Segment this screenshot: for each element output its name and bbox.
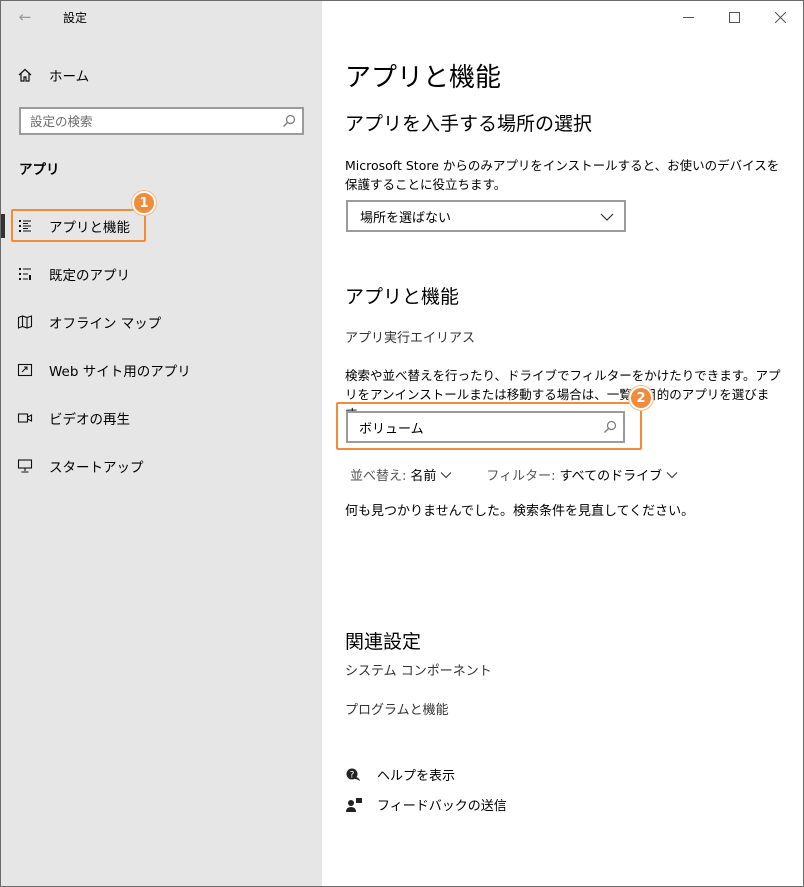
related-settings-heading: 関連設定 [345,631,422,653]
apps-for-websites-icon [1,362,49,378]
page-title: アプリと機能 [345,63,502,93]
help-chat-icon: ? [345,767,377,783]
sidebar-item-label: オフライン マップ [49,316,162,332]
system-components-link[interactable]: システム コンポーネント [345,660,492,679]
close-icon [774,11,786,23]
install-section-heading: アプリを入手する場所の選択 [345,113,593,135]
get-help-link[interactable]: ? ヘルプを表示 [345,765,455,784]
titlebar-right [322,1,803,33]
sort-filter-row: 並べ替え: 名前 フィルター: すべてのドライブ [350,465,678,484]
settings-search[interactable] [19,107,304,135]
chevron-down-icon [441,471,452,478]
sort-label: 並べ替え: [350,469,407,484]
sidebar: ← 設定 ホーム アプリ アプリと機能 1 [1,1,322,886]
sidebar-item-label: ビデオの再生 [49,412,130,428]
minimize-button[interactable] [665,1,711,33]
nav-home[interactable]: ホーム [1,59,322,91]
feedback-link[interactable]: フィードバックの送信 [345,795,507,814]
filter-label: フィルター: [486,469,556,484]
sort-dropdown[interactable]: 並べ替え: 名前 [350,465,452,484]
sidebar-item-label: スタートアップ [49,460,144,476]
empty-results-message: 何も見つかりませんでした。検索条件を見直してください。 [345,504,695,519]
app-execution-alias-link[interactable]: アプリ実行エイリアス [345,327,475,346]
settings-search-input[interactable] [30,113,270,129]
default-apps-icon [1,266,49,282]
sidebar-item-startup[interactable]: スタートアップ [1,450,322,482]
feedback-label: フィードバックの送信 [377,799,507,814]
back-button[interactable]: ← [1,1,49,33]
badge-1: 1 [132,191,156,215]
video-playback-icon [1,410,49,426]
sidebar-item-label: Web サイト用のアプリ [49,364,191,380]
features-section-heading: アプリと機能 [345,286,460,308]
install-section-description: Microsoft Store からのみアプリをインストールすると、お使いのデバ… [345,158,780,192]
chevron-down-icon [666,471,678,478]
sidebar-item-default-apps[interactable]: 既定のアプリ [1,258,322,290]
dropdown-value: 場所を選ばない [360,210,452,226]
badge-2: 2 [629,386,653,410]
filter-dropdown[interactable]: フィルター: すべてのドライブ [486,465,678,484]
close-button[interactable] [757,1,803,33]
app-title: 設定 [63,10,88,25]
settings-window: ← 設定 ホーム アプリ アプリと機能 1 [0,0,804,887]
filter-value: すべてのドライブ [559,469,663,484]
install-source-dropdown[interactable]: 場所を選ばない [346,200,626,232]
get-help-label: ヘルプを表示 [377,769,456,784]
svg-text:?: ? [350,770,355,780]
section-title-apps: アプリ [19,162,60,178]
highlight-box-2 [336,402,642,450]
chevron-down-icon [600,211,614,226]
sidebar-item-apps-for-websites[interactable]: Web サイト用のアプリ [1,354,322,386]
search-icon[interactable] [282,113,296,132]
offline-maps-icon [1,314,49,330]
back-arrow-icon: ← [18,8,32,26]
maximize-button[interactable] [711,1,757,33]
home-label: ホーム [49,69,90,85]
active-indicator [1,214,5,238]
home-icon [1,67,49,83]
feedback-icon [345,797,377,813]
highlight-box-1 [11,209,146,242]
programs-and-features-link[interactable]: プログラムと機能 [345,699,449,718]
sidebar-item-offline-maps[interactable]: オフライン マップ [1,306,322,338]
sort-value: 名前 [410,469,437,484]
minimize-icon [682,16,694,18]
maximize-icon [728,11,740,23]
titlebar-left: ← 設定 [1,1,322,33]
startup-icon [1,458,49,474]
sidebar-item-video-playback[interactable]: ビデオの再生 [1,402,322,434]
sidebar-item-label: 既定のアプリ [49,268,130,284]
